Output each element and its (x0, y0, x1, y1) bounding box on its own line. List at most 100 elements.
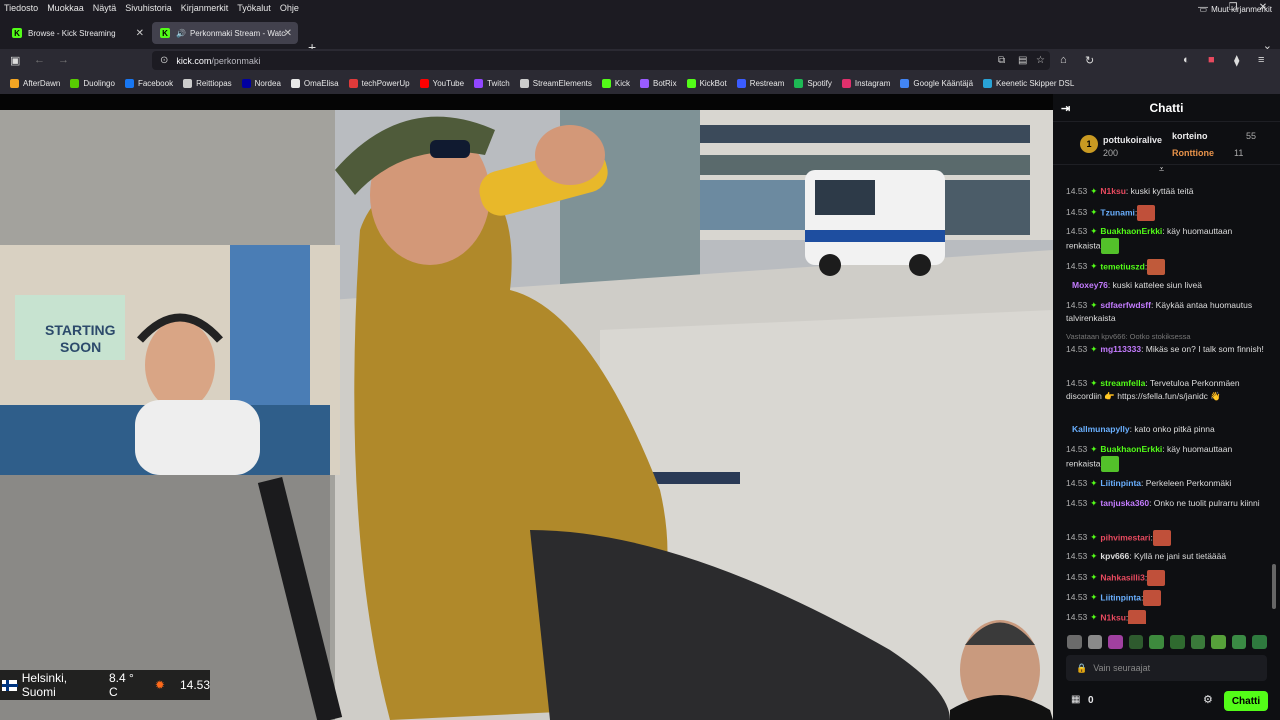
message-username[interactable]: mg113333 (1100, 344, 1141, 354)
bookmark-favicon-icon (794, 78, 804, 88)
emote-icon[interactable] (1190, 635, 1206, 649)
send-chat-button[interactable]: Chatti (1224, 691, 1268, 711)
message-username[interactable]: BuakhaonErkki (1100, 226, 1162, 236)
home-icon[interactable]: ⌂ (1060, 54, 1067, 66)
emote-icon[interactable] (1067, 635, 1082, 649)
pinned-chevron-icon[interactable]: ⩡ (1159, 164, 1164, 175)
bookmark-item[interactable]: Facebook (124, 78, 173, 88)
bookmark-item[interactable]: BotRix (640, 78, 677, 88)
message-username[interactable]: Tzunami (1100, 207, 1134, 217)
emote-icon[interactable] (1087, 635, 1103, 649)
bookmark-item[interactable]: Twitch (474, 78, 510, 88)
chat-message: Kallmunapylly: kato onko pitkä pinna (1066, 423, 1266, 436)
message-username[interactable]: Nahkasilli3 (1100, 572, 1144, 582)
message-username[interactable]: pihvimestari (1100, 532, 1150, 542)
chat-input[interactable]: 🔒 Vain seuraajat (1066, 655, 1267, 681)
emote-icon[interactable] (1149, 635, 1164, 649)
bookmark-item[interactable]: Google Kääntäjä (900, 78, 973, 88)
message-username[interactable]: Liitinpinta (1100, 592, 1141, 602)
message-username[interactable]: sdfaerfwdsff (1100, 300, 1151, 310)
message-username[interactable]: N1ksu (1100, 612, 1126, 622)
leaderboard-name[interactable]: pottukoiralive (1103, 135, 1162, 145)
reload-icon[interactable]: ↻ (1085, 54, 1094, 67)
bookmark-item[interactable]: Restream (736, 78, 784, 88)
message-time: 14.53 (1066, 344, 1088, 354)
back-icon[interactable]: ← (34, 54, 45, 66)
bookmark-item[interactable]: Nordea (241, 78, 281, 88)
extension-badge-icon[interactable]: ■ (1208, 54, 1215, 66)
menu-tools[interactable]: Työkalut (237, 3, 271, 13)
video-top-border (0, 94, 1053, 110)
leaderboard-name[interactable]: Ronttione (1172, 148, 1214, 158)
bookmark-label: Keenetic Skipper DSL (996, 78, 1075, 88)
sidebar-toggle-icon[interactable]: ▣ (10, 54, 20, 67)
screenshot-icon[interactable]: ⧉ (998, 55, 1005, 66)
emote-icon[interactable] (1169, 635, 1185, 649)
message-username[interactable]: Moxey76 (1072, 280, 1108, 290)
leaderboard-name[interactable]: korteino (1172, 131, 1208, 141)
bookmark-item[interactable]: StreamElements (519, 78, 592, 88)
emote-icon[interactable] (1252, 635, 1267, 649)
bookmark-star-icon[interactable]: ☆ (1036, 55, 1045, 66)
menu-view[interactable]: Näytä (93, 3, 117, 13)
tab-perkonmaki-stream[interactable]: K 🔊 Perkonmaki Stream - Watch ✕ (152, 22, 298, 44)
site-info-icon[interactable]: ⊙ (160, 55, 168, 66)
emote-icon[interactable] (1108, 635, 1123, 649)
bookmark-item[interactable]: Duolingo (70, 78, 115, 88)
message-username[interactable]: temetiuszd (1100, 261, 1144, 271)
bookmark-item[interactable]: Reittiopas (183, 78, 232, 88)
badge-icon: ✦ (1090, 498, 1098, 508)
audio-playing-icon[interactable]: 🔊 (176, 29, 186, 38)
tab-close-icon[interactable]: ✕ (284, 28, 292, 39)
chat-panel: ⇥ Chatti 1 pottukoiralive 200 korteino 5… (1053, 94, 1280, 720)
chat-message: 14.53 ✦ Nahkasilli3: (1066, 570, 1266, 586)
message-username[interactable]: kpv666 (1100, 551, 1129, 561)
bookmark-item[interactable]: OmaElisa (290, 78, 339, 88)
message-username[interactable]: Liitinpinta (1100, 478, 1141, 488)
video-player[interactable]: STARTING SOON (0, 94, 1053, 720)
message-username[interactable]: N1ksu (1100, 186, 1126, 196)
forward-icon[interactable]: → (58, 54, 69, 66)
menu-bookmarks[interactable]: Kirjanmerkit (181, 3, 229, 13)
url-bar[interactable]: ⊙ kick.com/perkonmaki ⧉ ▤ ☆ (152, 51, 1050, 70)
gift-icon[interactable]: ▦ (1071, 694, 1080, 705)
tab-browse-kick[interactable]: K Browse - Kick Streaming ✕ (4, 22, 150, 44)
weather-time: 14.53 (179, 678, 210, 692)
bookmark-item[interactable]: KickBot (686, 78, 727, 88)
menu-edit[interactable]: Muokkaa (47, 3, 84, 13)
badge-icon: ✦ (1090, 186, 1098, 196)
menu-file[interactable]: Tiedosto (4, 3, 38, 13)
account-icon[interactable]: ◐ (1183, 54, 1190, 66)
other-bookmarks[interactable]: ▭ Muut kirjanmerkit (1200, 5, 1272, 14)
message-username[interactable]: streamfella (1100, 378, 1145, 388)
menu-help[interactable]: Ohje (280, 3, 299, 13)
message-username[interactable]: BuakhaonErkki (1100, 444, 1162, 454)
bookmark-item[interactable]: Spotify (794, 78, 832, 88)
bookmark-label: StreamElements (532, 78, 592, 88)
emote-icon[interactable] (1128, 635, 1144, 649)
bookmark-favicon-icon (419, 78, 429, 88)
bookmark-item[interactable]: Kick (601, 78, 630, 88)
menu-hamburger-icon[interactable]: ≡ (1258, 54, 1264, 66)
settings-gear-icon[interactable]: ⚙ (1203, 693, 1213, 706)
bookmark-item[interactable]: techPowerUp (348, 78, 410, 88)
bookmark-item[interactable]: YouTube (419, 78, 464, 88)
tab-close-icon[interactable]: ✕ (136, 28, 144, 39)
reader-view-icon[interactable]: ▤ (1018, 55, 1027, 66)
other-bookmarks-label: Muut kirjanmerkit (1211, 5, 1272, 14)
bookmark-favicon-icon (519, 78, 529, 88)
chat-message: 14.53 ✦ N1ksu: kuski kyttää teitä (1066, 185, 1266, 198)
message-time: 14.53 (1066, 207, 1088, 218)
bookmark-item[interactable]: AfterDawn (10, 78, 60, 88)
menu-history[interactable]: Sivuhistoria (125, 3, 172, 13)
message-username[interactable]: Kallmunapylly (1072, 424, 1130, 434)
extensions-icon[interactable]: ⧫ (1234, 54, 1239, 67)
chat-message: 14.53 ✦ BuakhaonErkki: käy huomauttaan ren… (1066, 443, 1266, 472)
chat-scrollbar[interactable] (1272, 564, 1276, 609)
emote-icon[interactable] (1211, 635, 1226, 649)
collapse-chat-icon[interactable]: ⇥ (1061, 102, 1070, 115)
emote-icon[interactable] (1231, 635, 1247, 649)
bookmark-item[interactable]: Instagram (841, 78, 890, 88)
message-username[interactable]: tanjuska360 (1100, 498, 1149, 508)
bookmark-item[interactable]: Keenetic Skipper DSL (983, 78, 1075, 88)
